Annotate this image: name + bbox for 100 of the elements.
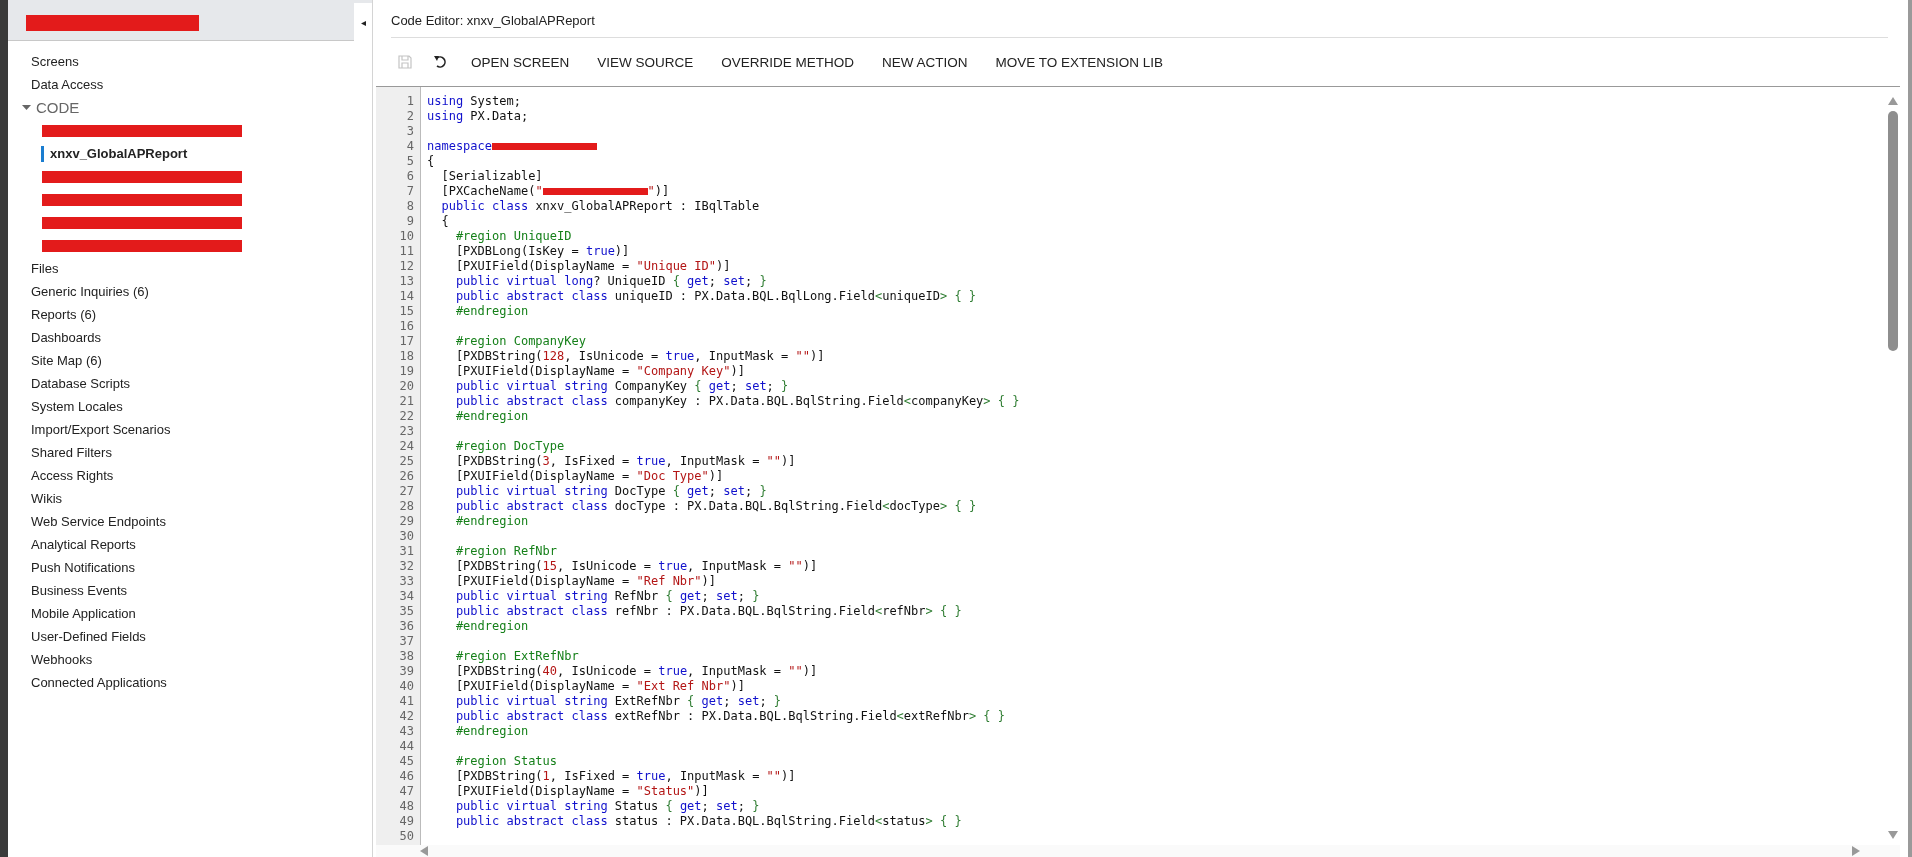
caret-icon[interactable] bbox=[22, 104, 31, 111]
sidebar-group[interactable]: CODE bbox=[36, 99, 80, 116]
sidebar-item[interactable]: Site Map (6) bbox=[31, 349, 372, 372]
code-token: CompanyKey bbox=[613, 379, 689, 393]
code-token: refNbr : PX.Data.BQL.BqlString.Field bbox=[613, 604, 875, 618]
code-token: set bbox=[743, 379, 767, 393]
code-token: public virtual long bbox=[454, 274, 594, 288]
sidebar-item[interactable]: Wikis bbox=[31, 487, 372, 510]
scroll-up-icon[interactable] bbox=[1888, 97, 1898, 105]
toolbar-button[interactable]: OVERRIDE METHOD bbox=[711, 50, 865, 74]
code-token: } bbox=[780, 379, 789, 393]
code-token: > { } bbox=[925, 814, 962, 828]
line-number: 33 bbox=[398, 574, 414, 589]
code-token: [PXUIField(DisplayName = bbox=[454, 679, 631, 693]
sidebar-item[interactable]: Data Access bbox=[31, 73, 372, 96]
code-token: } bbox=[758, 484, 767, 498]
sidebar-item[interactable]: Import/Export Scenarios bbox=[31, 418, 372, 441]
sidebar-item[interactable]: User-Defined Fields bbox=[31, 625, 372, 648]
sidebar-item[interactable]: Shared Filters bbox=[31, 441, 372, 464]
code-token: > { } bbox=[925, 604, 962, 618]
code-token: , IsUnicode = bbox=[557, 664, 652, 678]
code-token: ; bbox=[723, 694, 731, 708]
line-number: 27 bbox=[398, 484, 414, 499]
line-number: 35 bbox=[398, 604, 414, 619]
code-token: companyKey bbox=[911, 394, 984, 408]
code-token: "Unique ID" bbox=[636, 259, 716, 273]
line-number: 11 bbox=[398, 244, 414, 259]
code-token: set bbox=[722, 274, 745, 288]
code-token: 1 bbox=[542, 769, 550, 783]
sidebar-item[interactable]: Webhooks bbox=[31, 648, 372, 671]
sidebar-item[interactable]: Mobile Application bbox=[31, 602, 372, 625]
sidebar-item[interactable]: Files bbox=[31, 257, 372, 280]
code-token: public abstract class bbox=[454, 499, 608, 513]
code-token: ; bbox=[766, 379, 774, 393]
code-token: get bbox=[707, 379, 731, 393]
code-token: [PXUIField(DisplayName = bbox=[454, 364, 631, 378]
line-number: 38 bbox=[398, 649, 414, 664]
sidebar-item[interactable]: Push Notifications bbox=[31, 556, 372, 579]
sidebar-item[interactable]: xnxv_GlobalAPReport bbox=[50, 146, 188, 161]
line-number: 13 bbox=[398, 274, 414, 289]
code-token: xnxv_GlobalAPReport : IBqlTable bbox=[534, 199, 760, 213]
code-token: < bbox=[874, 289, 883, 303]
code-token: "Ref Nbr" bbox=[636, 574, 702, 588]
line-number: 43 bbox=[398, 724, 414, 739]
code-token: )] bbox=[809, 349, 825, 363]
line-number: 44 bbox=[398, 739, 414, 754]
sidebar-item[interactable]: Business Events bbox=[31, 579, 372, 602]
code-token: " bbox=[647, 184, 655, 198]
code-token: get bbox=[678, 589, 702, 603]
line-number: 23 bbox=[398, 424, 414, 439]
sidebar-item[interactable]: System Locales bbox=[31, 395, 372, 418]
code-token: #region Status bbox=[454, 754, 558, 768]
line-number: 26 bbox=[398, 469, 414, 484]
code-token: ; bbox=[708, 274, 717, 288]
code-token: true bbox=[658, 559, 688, 573]
sidebar-item[interactable]: Reports (6) bbox=[31, 303, 372, 326]
code-token: get bbox=[678, 799, 702, 813]
sidebar-item[interactable]: Screens bbox=[31, 50, 372, 73]
code-token: , IsUnicode = bbox=[564, 349, 660, 363]
code-token: #endregion bbox=[454, 304, 529, 318]
toolbar-button[interactable]: NEW ACTION bbox=[872, 50, 978, 74]
sidebar-item[interactable]: Web Service Endpoints bbox=[31, 510, 372, 533]
code-token: )] bbox=[802, 664, 818, 678]
code-token: set bbox=[736, 694, 760, 708]
code-token: [PXUIField(DisplayName = bbox=[454, 574, 631, 588]
sidebar-item[interactable]: Analytical Reports bbox=[31, 533, 372, 556]
code-token: > { } bbox=[968, 709, 1005, 723]
toolbar-button[interactable]: MOVE TO EXTENSION LIB bbox=[985, 50, 1174, 74]
sidebar-item[interactable]: Connected Applications bbox=[31, 671, 372, 694]
code-token: get bbox=[700, 694, 724, 708]
code-token: > { } bbox=[939, 289, 977, 303]
code-token: docType bbox=[889, 499, 940, 513]
scrollbar-thumb[interactable] bbox=[1888, 111, 1898, 351]
code-token: { bbox=[665, 799, 673, 813]
code-token: ? UniqueID bbox=[593, 274, 667, 288]
line-number: 29 bbox=[398, 514, 414, 529]
toolbar-button[interactable]: VIEW SOURCE bbox=[587, 50, 704, 74]
scroll-left-icon[interactable] bbox=[420, 846, 428, 856]
sidebar-item[interactable]: Generic Inquiries (6) bbox=[31, 280, 372, 303]
scroll-right-icon[interactable] bbox=[1852, 846, 1860, 856]
code-token: { bbox=[427, 154, 435, 168]
line-number: 6 bbox=[405, 169, 414, 184]
sidebar-item[interactable]: Dashboards bbox=[31, 326, 372, 349]
code-token: uniqueID : PX.Data.BQL.BqlLong.Field bbox=[613, 289, 875, 303]
code-token: uniqueID bbox=[882, 289, 940, 303]
scroll-down-icon[interactable] bbox=[1888, 831, 1898, 839]
toolbar-button[interactable]: OPEN SCREEN bbox=[461, 50, 580, 74]
code-token: public abstract class bbox=[454, 709, 608, 723]
code-token: )] bbox=[730, 364, 745, 378]
line-number: 16 bbox=[398, 319, 414, 334]
line-number: 14 bbox=[398, 289, 414, 304]
collapse-button[interactable]: ◂ bbox=[354, 3, 372, 41]
code-token: "Ext Ref Nbr" bbox=[636, 679, 731, 693]
code-token: "" bbox=[788, 664, 803, 678]
code-token: public virtual string bbox=[454, 589, 608, 603]
window-title: Code Editor: xnxv_GlobalAPReport bbox=[391, 13, 1888, 38]
sidebar-item[interactable]: Database Scripts bbox=[31, 372, 372, 395]
code-token: #region DocType bbox=[454, 439, 565, 453]
sidebar-item[interactable]: Access Rights bbox=[31, 464, 372, 487]
code-token: "Status" bbox=[636, 784, 695, 798]
